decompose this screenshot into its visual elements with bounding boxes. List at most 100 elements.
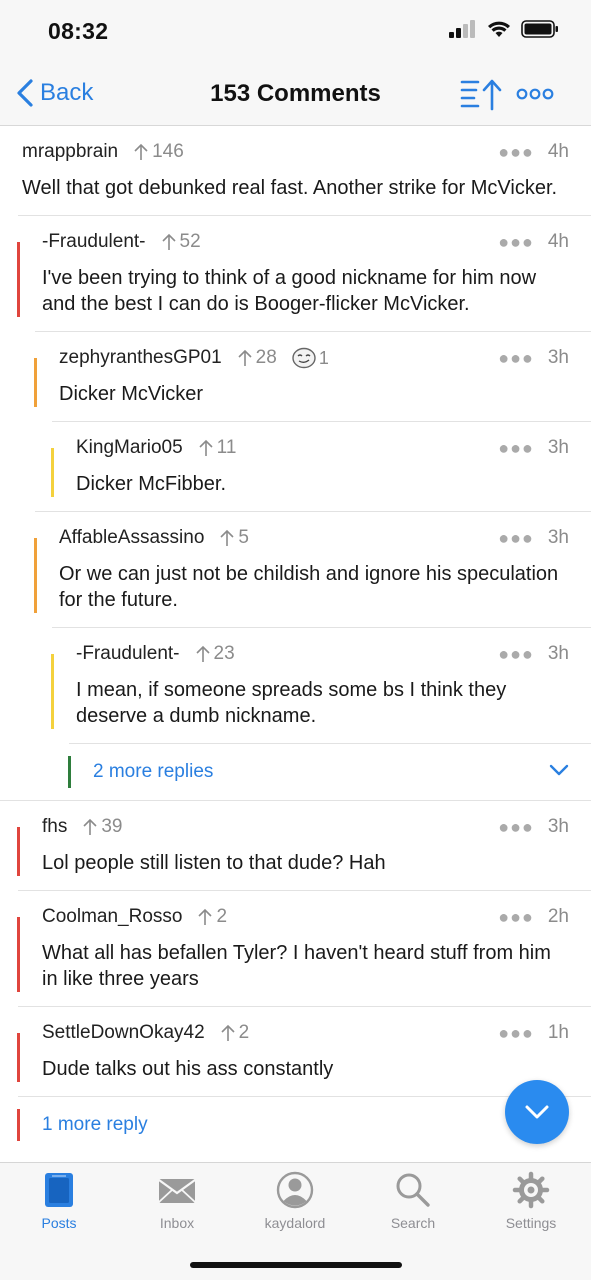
comment-meta: fhs 39 ●●● 3h xyxy=(42,813,569,841)
upvote-arrow-icon xyxy=(221,1024,235,1041)
comment-age: 1h xyxy=(547,1022,569,1043)
comment-text: Lol people still listen to that dude? Ha… xyxy=(42,852,386,874)
tab-search[interactable]: Search xyxy=(354,1171,472,1231)
comment-author[interactable]: zephyranthesGP01 xyxy=(59,347,222,369)
vote-count: 28 xyxy=(236,347,277,369)
award-badge[interactable]: 1 xyxy=(291,347,329,369)
comment[interactable]: zephyranthesGP01 28 1 ●●● 3h Dicker McVic… xyxy=(34,344,591,421)
tab-label: Settings xyxy=(505,1215,557,1231)
status-time: 08:32 xyxy=(48,18,109,44)
vote-value: 2 xyxy=(238,1022,250,1043)
comment-meta: -Fraudulent- 23 ●●● 3h xyxy=(76,640,569,668)
tab-posts[interactable]: Posts xyxy=(0,1171,118,1231)
comment[interactable]: Coolman_Rosso 2 ●●● 2h What all has befal… xyxy=(17,903,591,1006)
vote-count: 2 xyxy=(219,1022,250,1044)
home-indicator xyxy=(190,1262,402,1268)
divider xyxy=(18,1006,591,1007)
chevron-left-icon xyxy=(17,79,33,107)
vote-count: 146 xyxy=(132,141,184,163)
upvote-arrow-icon xyxy=(83,818,97,835)
comment-text: Or we can just not be childish and ignor… xyxy=(59,563,559,611)
nav-bar: Back 153 Comments xyxy=(0,62,591,126)
vote-value: 11 xyxy=(216,437,237,458)
comment-author[interactable]: KingMario05 xyxy=(76,437,183,459)
ellipsis-icon xyxy=(516,88,554,100)
vote-value: 23 xyxy=(213,643,235,664)
chevron-down-icon xyxy=(549,764,569,776)
depth-bar xyxy=(17,1109,20,1141)
comment-options-icon[interactable]: ●●● xyxy=(498,907,534,928)
comment-author[interactable]: fhs xyxy=(42,816,67,838)
wifi-icon xyxy=(488,21,510,37)
divider xyxy=(52,421,591,422)
comment-options-icon[interactable]: ●●● xyxy=(498,644,534,665)
comment-age: 4h xyxy=(547,231,569,252)
next-comment-fab[interactable] xyxy=(505,1080,569,1144)
comment-options-icon[interactable]: ●●● xyxy=(498,142,534,163)
vote-value: 52 xyxy=(179,231,201,252)
inbox-icon xyxy=(158,1179,196,1203)
comment-text: I've been trying to think of a good nick… xyxy=(42,267,537,315)
comment-age: 3h xyxy=(547,527,569,548)
comment-author[interactable]: SettleDownOkay42 xyxy=(42,1022,205,1044)
comment[interactable]: mrappbrain 146 ●●● 4h Well that got debun… xyxy=(0,138,591,215)
comment[interactable]: -Fraudulent- 52 ●●● 4h I've been trying t… xyxy=(17,228,591,331)
more-replies-button[interactable]: 2 more replies xyxy=(68,744,591,800)
comment[interactable]: fhs 39 ●●● 3h Lol people still listen to … xyxy=(17,813,591,890)
comment[interactable]: SettleDownOkay42 2 ●●● 1h Dude talks out … xyxy=(17,1019,591,1096)
sort-button[interactable] xyxy=(460,78,504,117)
status-icons xyxy=(449,20,559,38)
back-button[interactable]: Back xyxy=(16,78,93,108)
comment-author[interactable]: -Fraudulent- xyxy=(42,231,146,253)
comment-text: Dicker McVicker xyxy=(59,383,204,405)
comment-author[interactable]: AffableAssassino xyxy=(59,527,204,549)
comment-text: Dude talks out his ass constantly xyxy=(42,1058,334,1080)
comment-meta: SettleDownOkay42 2 ●●● 1h xyxy=(42,1019,569,1047)
award-face-icon xyxy=(292,347,316,369)
comment-author[interactable]: mrappbrain xyxy=(22,141,118,163)
comment-meta: AffableAssassino 5 ●●● 3h xyxy=(59,524,569,552)
tab-inbox[interactable]: Inbox xyxy=(118,1171,236,1231)
divider xyxy=(35,331,591,332)
comment-age: 2h xyxy=(547,906,569,927)
comment-options-icon[interactable]: ●●● xyxy=(498,348,534,369)
upvote-arrow-icon xyxy=(161,233,176,250)
comment-options-icon[interactable]: ●●● xyxy=(498,232,534,253)
upvote-arrow-icon xyxy=(134,143,148,160)
more-replies-label: 1 more reply xyxy=(42,1114,148,1135)
more-options-button[interactable] xyxy=(516,82,554,111)
comment-options-icon[interactable]: ●●● xyxy=(498,817,534,838)
upvote-arrow-icon xyxy=(195,645,210,662)
vote-count: 39 xyxy=(81,816,123,838)
divider xyxy=(35,511,591,512)
comment-text: Dicker McFibber. xyxy=(76,473,227,495)
comment-meta: -Fraudulent- 52 ●●● 4h xyxy=(42,228,569,256)
tab-profile[interactable]: kaydalord xyxy=(236,1171,354,1231)
comment-options-icon[interactable]: ●●● xyxy=(498,528,534,549)
comment-age: 3h xyxy=(547,816,569,837)
divider xyxy=(0,800,591,801)
vote-count: 52 xyxy=(160,231,201,253)
depth-bar xyxy=(34,358,37,407)
comment[interactable]: AffableAssassino 5 ●●● 3h Or we can just … xyxy=(34,524,591,627)
comment-author[interactable]: Coolman_Rosso xyxy=(42,906,182,928)
comment-meta: mrappbrain 146 ●●● 4h xyxy=(22,138,569,166)
depth-bar xyxy=(51,448,54,497)
posts-icon xyxy=(45,1173,73,1207)
comment-meta: Coolman_Rosso 2 ●●● 2h xyxy=(42,903,569,931)
comment[interactable]: KingMario05 11 ●●● 3h Dicker McFibber. xyxy=(51,434,591,511)
upvote-arrow-icon xyxy=(220,529,234,546)
depth-bar xyxy=(34,538,37,613)
comment[interactable]: -Fraudulent- 23 ●●● 3h I mean, if someone… xyxy=(51,640,591,743)
comment-author[interactable]: -Fraudulent- xyxy=(76,643,180,665)
vote-value: 39 xyxy=(101,816,123,837)
comment-options-icon[interactable]: ●●● xyxy=(498,1023,534,1044)
profile-icon xyxy=(276,1171,314,1209)
vote-value: 28 xyxy=(255,347,277,368)
comment-text: Well that got debunked real fast. Anothe… xyxy=(22,177,558,199)
search-icon xyxy=(396,1173,430,1207)
comment-options-icon[interactable]: ●●● xyxy=(498,438,534,459)
chevron-down-icon xyxy=(525,1105,549,1119)
tab-settings[interactable]: Settings xyxy=(472,1171,590,1231)
vote-count: 11 xyxy=(197,437,237,459)
